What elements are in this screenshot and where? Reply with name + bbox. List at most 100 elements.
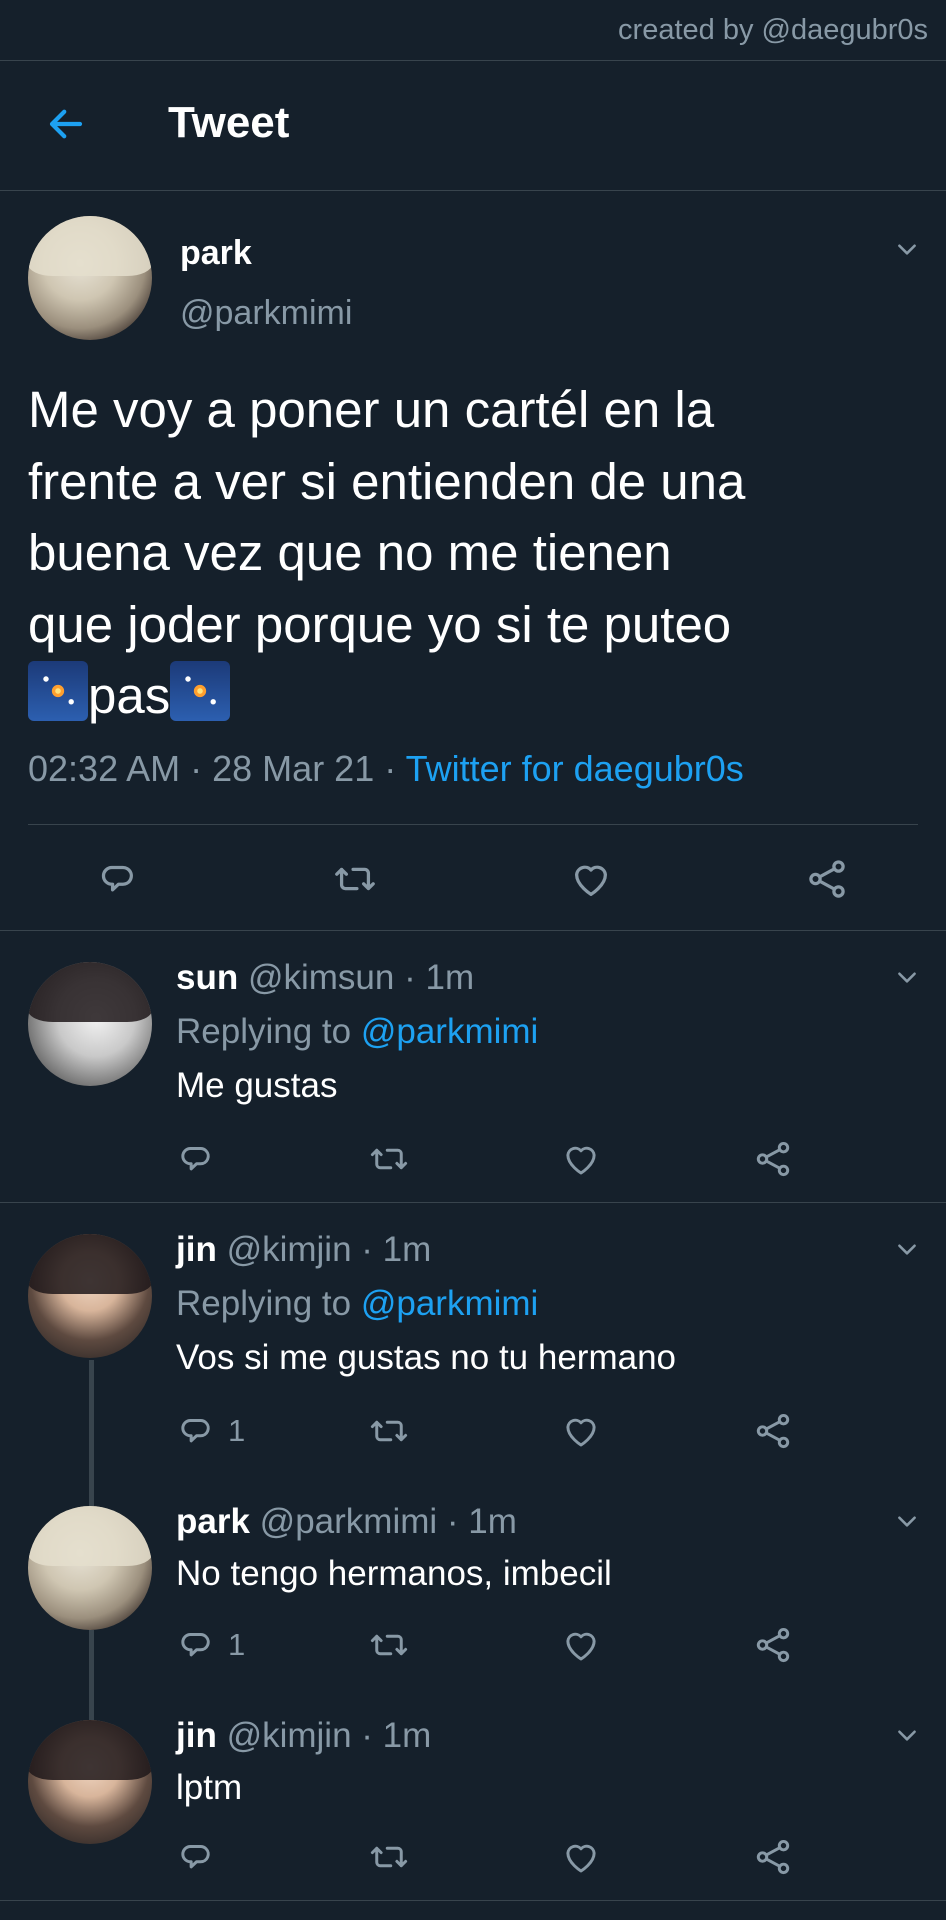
- tweet-time: 1m: [468, 1502, 517, 1541]
- reply-icon: [176, 1836, 218, 1878]
- replying-label: Replying to: [176, 1284, 352, 1323]
- share-icon: [752, 1624, 794, 1666]
- retweet-icon: [368, 1410, 410, 1452]
- reply-button[interactable]: [176, 1836, 228, 1878]
- separator: ·: [446, 1502, 459, 1541]
- like-button[interactable]: [568, 856, 614, 902]
- reply-button[interactable]: [176, 1138, 228, 1180]
- reply-button[interactable]: 1: [176, 1624, 245, 1666]
- mention-link[interactable]: @parkmimi: [361, 1012, 538, 1051]
- reply-button[interactable]: [96, 856, 142, 902]
- like-icon: [560, 1138, 602, 1180]
- top-bar: Tweet: [0, 60, 946, 190]
- chevron-down-icon[interactable]: [894, 964, 920, 990]
- tweet-meta: 02:32 AM · 28 Mar 21 · Twitter for daegu…: [28, 748, 744, 790]
- replying-label: Replying to: [176, 1012, 352, 1051]
- share-icon: [804, 856, 850, 902]
- share-button[interactable]: [804, 856, 850, 902]
- retweet-button[interactable]: [368, 1138, 410, 1180]
- tweet-time: 1m: [425, 958, 475, 997]
- share-icon: [752, 1836, 794, 1878]
- tweet-text-line: pas: [28, 660, 908, 732]
- chevron-down-icon[interactable]: [894, 1236, 920, 1262]
- back-arrow-icon[interactable]: [42, 100, 90, 148]
- reply-count: 1: [228, 1627, 246, 1662]
- reply-icon: [176, 1410, 218, 1452]
- fireworks-icon: [170, 661, 231, 721]
- like-button[interactable]: [560, 1138, 602, 1180]
- chevron-down-icon[interactable]: [894, 1722, 920, 1748]
- tweet-text: Me voy a poner un cartél en la frente a …: [28, 374, 908, 732]
- separator: ·: [384, 748, 397, 789]
- share-button[interactable]: [752, 1138, 794, 1180]
- retweet-icon: [368, 1624, 410, 1666]
- author-handle[interactable]: @parkmimi: [260, 1502, 437, 1541]
- fireworks-icon: [28, 661, 88, 721]
- avatar[interactable]: [28, 216, 152, 340]
- like-icon: [560, 1836, 602, 1878]
- retweet-button[interactable]: [368, 1624, 410, 1666]
- author-name[interactable]: jin: [176, 1716, 217, 1755]
- avatar[interactable]: [28, 1506, 152, 1630]
- tweet-time: 02:32 AM: [28, 748, 181, 789]
- like-button[interactable]: [560, 1624, 602, 1666]
- divider: [0, 1202, 946, 1203]
- reply-header: park @parkmimi · 1m: [176, 1502, 517, 1542]
- retweet-icon: [368, 1836, 410, 1878]
- author-handle[interactable]: @kimsun: [248, 958, 394, 997]
- chevron-down-icon[interactable]: [894, 1508, 920, 1534]
- separator: ·: [361, 1716, 373, 1755]
- like-button[interactable]: [560, 1836, 602, 1878]
- author-handle[interactable]: @kimjin: [227, 1230, 352, 1269]
- reply-header: jin @kimjin · 1m: [176, 1716, 431, 1756]
- reply-header: jin @kimjin · 1m: [176, 1230, 431, 1270]
- like-icon: [568, 856, 614, 902]
- like-button[interactable]: [560, 1410, 602, 1452]
- tweet-text-line: que joder porque yo si te puteo: [28, 595, 732, 653]
- tweet-time: 1m: [382, 1716, 432, 1755]
- author-handle[interactable]: @kimjin: [227, 1716, 352, 1755]
- reply-count: 1: [228, 1413, 246, 1448]
- retweet-button[interactable]: [368, 1410, 410, 1452]
- like-icon: [560, 1410, 602, 1452]
- separator: ·: [361, 1230, 373, 1269]
- chevron-down-icon[interactable]: [894, 236, 920, 262]
- retweet-button[interactable]: [368, 1836, 410, 1878]
- share-button[interactable]: [752, 1624, 794, 1666]
- author-name[interactable]: park: [176, 1502, 250, 1541]
- mention-link[interactable]: @parkmimi: [361, 1284, 538, 1323]
- avatar[interactable]: [28, 1234, 152, 1358]
- tweet-text-line: frente a ver si entienden de una: [28, 452, 746, 510]
- author-name[interactable]: sun: [176, 958, 238, 997]
- tweet-text: No tengo hermanos, imbecil: [176, 1554, 612, 1593]
- retweet-icon: [332, 856, 378, 902]
- share-icon: [752, 1410, 794, 1452]
- avatar[interactable]: [28, 1720, 152, 1844]
- reply-header: sun @kimsun · 1m: [176, 958, 474, 998]
- tweet-text-line: buena vez que no me tienen: [28, 524, 672, 581]
- tweet-time: 1m: [382, 1230, 432, 1269]
- credit-text: created by @daegubr0s: [618, 14, 928, 46]
- thread-connector: [89, 1360, 94, 1506]
- share-icon: [752, 1138, 794, 1180]
- retweet-button[interactable]: [332, 856, 378, 902]
- replying-to: Replying to @parkmimi: [176, 1284, 538, 1324]
- tweet-text: Vos si me gustas no tu hermano: [176, 1338, 676, 1377]
- tweet-date: 28 Mar 21: [212, 748, 375, 789]
- tweet-text: Me gustas: [176, 1066, 338, 1105]
- author-name[interactable]: jin: [176, 1230, 217, 1269]
- share-button[interactable]: [752, 1410, 794, 1452]
- tweet-text: lptm: [176, 1768, 243, 1807]
- tweet-word: pas: [88, 667, 171, 724]
- reply-button[interactable]: 1: [176, 1410, 245, 1452]
- page-title: Tweet: [168, 98, 290, 147]
- author-handle[interactable]: @parkmimi: [180, 294, 352, 333]
- replying-to: Replying to @parkmimi: [176, 1012, 538, 1052]
- separator: ·: [404, 958, 416, 997]
- divider: [0, 930, 946, 931]
- tweet-source-link[interactable]: Twitter for daegubr0s: [406, 748, 744, 789]
- author-name[interactable]: park: [180, 234, 252, 273]
- share-button[interactable]: [752, 1836, 794, 1878]
- avatar[interactable]: [28, 962, 152, 1086]
- reply-icon: [96, 856, 142, 902]
